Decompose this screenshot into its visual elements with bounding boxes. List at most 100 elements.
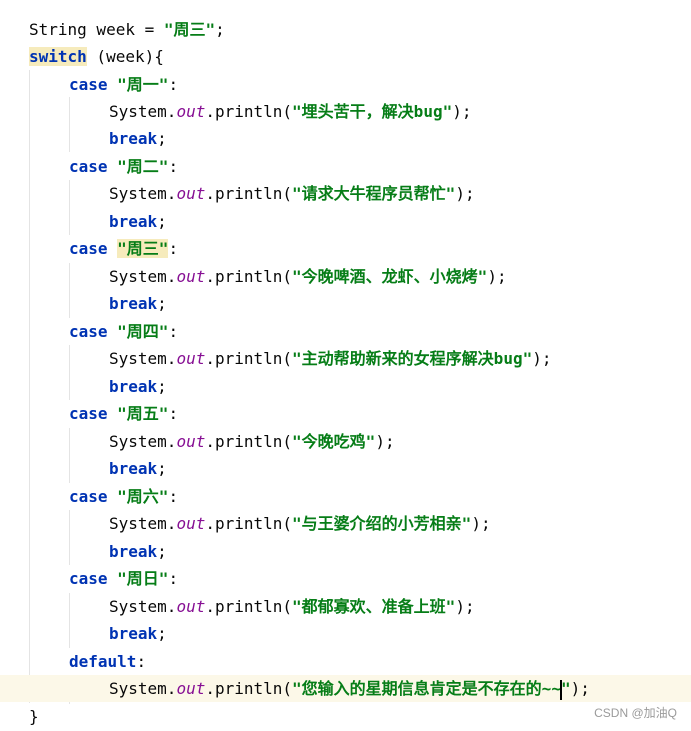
- string-literal: "周三": [163, 20, 216, 39]
- case-colon: :: [168, 569, 179, 588]
- case-colon: :: [168, 322, 179, 341]
- code-line[interactable]: break;: [0, 455, 691, 482]
- case-colon: :: [168, 157, 179, 176]
- code-line[interactable]: break;: [0, 373, 691, 400]
- case-label: "周三": [117, 239, 169, 258]
- case-keyword: case: [69, 404, 108, 423]
- case-keyword: case: [69, 157, 108, 176]
- code-editor[interactable]: String week = "周三"; switch (week){ case …: [0, 0, 691, 731]
- system-token: System.: [109, 679, 177, 698]
- println-open: .println(: [205, 102, 293, 121]
- println-open: .println(: [205, 514, 293, 533]
- break-semicolon: ;: [157, 212, 167, 231]
- break-semicolon: ;: [157, 542, 167, 561]
- println-close: );: [455, 597, 475, 616]
- break-keyword: break: [109, 212, 158, 231]
- default-keyword: default: [69, 652, 137, 671]
- code-line[interactable]: System.out.println("今晚啤酒、龙虾、小烧烤");: [0, 263, 691, 290]
- csdn-watermark: CSDN @加油Q: [594, 706, 677, 720]
- println-close: );: [455, 184, 475, 203]
- code-line[interactable]: switch (week){: [0, 43, 691, 70]
- code-line[interactable]: case "周日":: [0, 565, 691, 592]
- out-field: out: [176, 432, 206, 451]
- println-message: "与王婆介绍的小芳相亲": [292, 514, 472, 533]
- out-field: out: [176, 597, 206, 616]
- code-line[interactable]: break;: [0, 208, 691, 235]
- system-token: System.: [109, 432, 177, 451]
- code-line[interactable]: System.out.println("都郁寡欢、准备上班");: [0, 593, 691, 620]
- out-field: out: [176, 267, 206, 286]
- code-line[interactable]: case "周一":: [0, 71, 691, 98]
- println-message: "请求大牛程序员帮忙": [292, 184, 456, 203]
- code-line[interactable]: case "周六":: [0, 483, 691, 510]
- break-keyword: break: [109, 624, 158, 643]
- case-label: "周四": [117, 322, 169, 341]
- println-close: );: [570, 679, 590, 698]
- out-field: out: [176, 679, 206, 698]
- code-line[interactable]: case "周五":: [0, 400, 691, 427]
- break-semicolon: ;: [157, 624, 167, 643]
- out-field: out: [176, 184, 206, 203]
- code-line[interactable]: case "周二":: [0, 153, 691, 180]
- break-keyword: break: [109, 542, 158, 561]
- println-message: "今晚啤酒、龙虾、小烧烤": [292, 267, 488, 286]
- println-close: );: [487, 267, 507, 286]
- code-line[interactable]: String week = "周三";: [0, 16, 691, 43]
- case-keyword: case: [69, 569, 108, 588]
- system-token: System.: [109, 349, 177, 368]
- default-colon: :: [136, 652, 147, 671]
- case-label: "周二": [117, 157, 169, 176]
- println-open: .println(: [205, 432, 293, 451]
- println-open: .println(: [205, 267, 293, 286]
- code-line[interactable]: System.out.println("埋头苦干，解决bug");: [0, 98, 691, 125]
- case-label: "周一": [117, 75, 169, 94]
- code-line[interactable]: break;: [0, 290, 691, 317]
- closing-brace: }: [29, 707, 39, 726]
- code-line[interactable]: case "周四":: [0, 318, 691, 345]
- code-line[interactable]: break;: [0, 125, 691, 152]
- current-code-line[interactable]: System.out.println("您输入的星期信息肯定是不存在的~~");: [0, 675, 691, 702]
- println-message-end: ": [560, 679, 571, 698]
- case-colon: :: [168, 75, 179, 94]
- out-field: out: [176, 349, 206, 368]
- println-close: );: [532, 349, 552, 368]
- break-semicolon: ;: [157, 129, 167, 148]
- break-keyword: break: [109, 377, 158, 396]
- switch-expression: (week){: [86, 47, 164, 66]
- code-line[interactable]: break;: [0, 538, 691, 565]
- code-line[interactable]: break;: [0, 620, 691, 647]
- break-keyword: break: [109, 129, 158, 148]
- system-token: System.: [109, 514, 177, 533]
- println-message: "都郁寡欢、准备上班": [292, 597, 456, 616]
- out-field: out: [176, 102, 206, 121]
- code-line[interactable]: System.out.println("与王婆介绍的小芳相亲");: [0, 510, 691, 537]
- code-line[interactable]: System.out.println("主动帮助新来的女程序解决bug");: [0, 345, 691, 372]
- println-open: .println(: [205, 597, 293, 616]
- code-line[interactable]: System.out.println("今晚吃鸡");: [0, 428, 691, 455]
- break-keyword: break: [109, 294, 158, 313]
- variable-token: week =: [86, 20, 164, 39]
- case-label: "周六": [117, 487, 169, 506]
- println-close: );: [375, 432, 395, 451]
- println-open: .println(: [205, 349, 293, 368]
- case-keyword: case: [69, 487, 108, 506]
- println-open: .println(: [205, 679, 293, 698]
- code-line[interactable]: }: [0, 703, 691, 730]
- switch-keyword: switch: [29, 47, 87, 66]
- code-line[interactable]: case "周三":: [0, 235, 691, 262]
- case-colon: :: [168, 239, 179, 258]
- system-token: System.: [109, 267, 177, 286]
- case-keyword: case: [69, 75, 108, 94]
- case-label: "周日": [117, 569, 169, 588]
- case-keyword: case: [69, 239, 108, 258]
- code-line[interactable]: default:: [0, 648, 691, 675]
- break-semicolon: ;: [157, 294, 167, 313]
- println-message: "埋头苦干，解决bug": [292, 102, 453, 121]
- out-field: out: [176, 514, 206, 533]
- type-token: String: [29, 20, 87, 39]
- code-line[interactable]: System.out.println("请求大牛程序员帮忙");: [0, 180, 691, 207]
- semicolon-token: ;: [215, 20, 225, 39]
- println-open: .println(: [205, 184, 293, 203]
- break-keyword: break: [109, 459, 158, 478]
- println-message: "主动帮助新来的女程序解决bug": [292, 349, 533, 368]
